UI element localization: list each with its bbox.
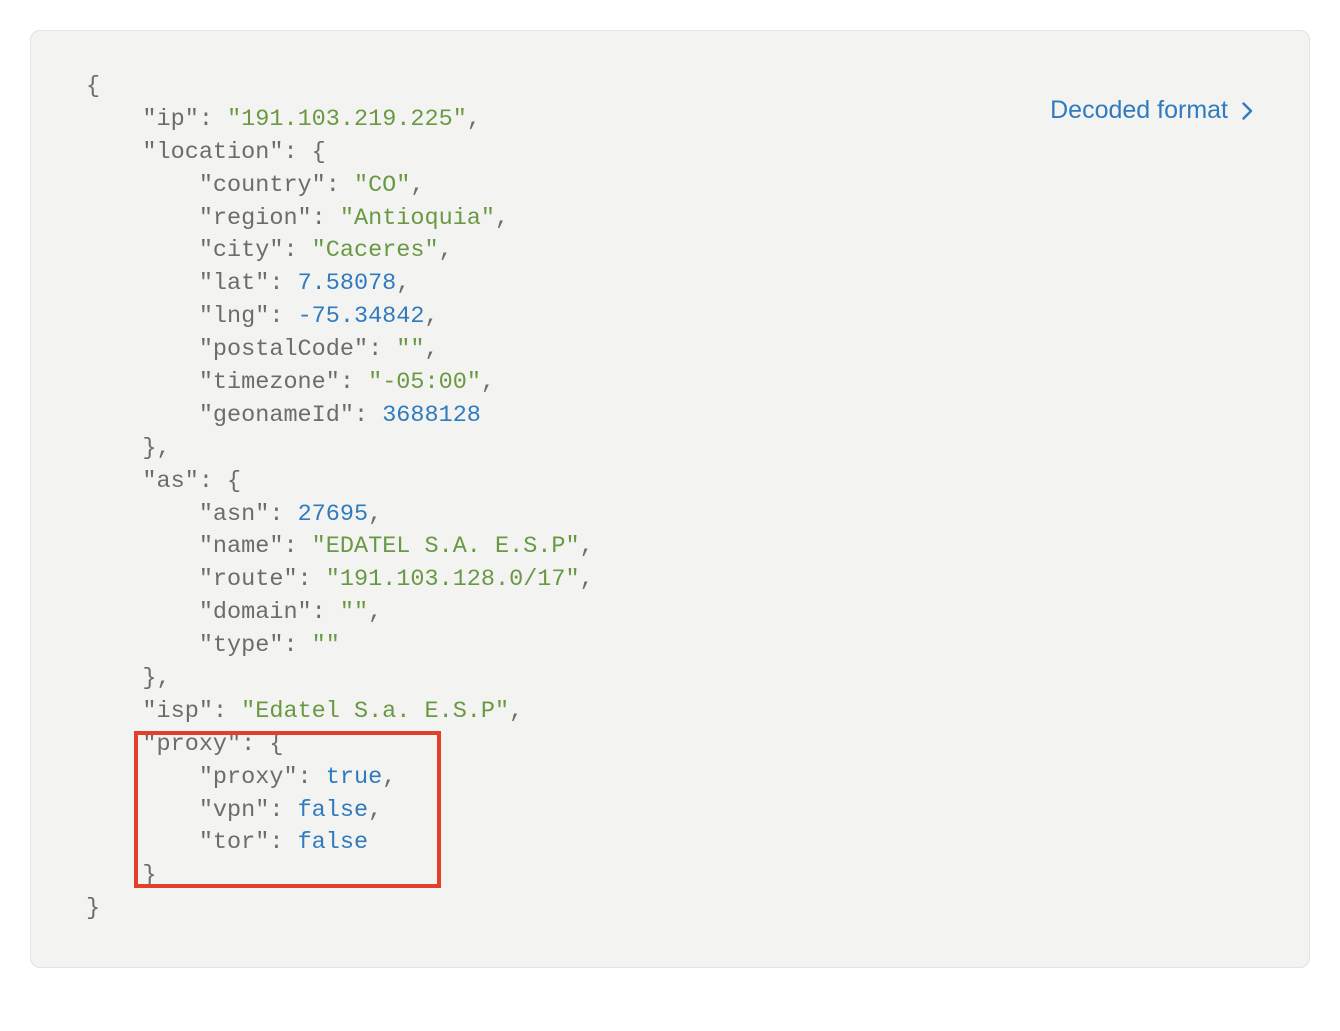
decoded-format-link[interactable]: Decoded format <box>1050 96 1253 125</box>
code-panel: Decoded format { "ip": "191.103.219.225"… <box>30 30 1310 968</box>
chevron-right-icon <box>1242 102 1253 120</box>
json-code-block: { "ip": "191.103.219.225", "location": {… <box>86 71 1259 926</box>
decoded-format-label: Decoded format <box>1050 96 1228 125</box>
